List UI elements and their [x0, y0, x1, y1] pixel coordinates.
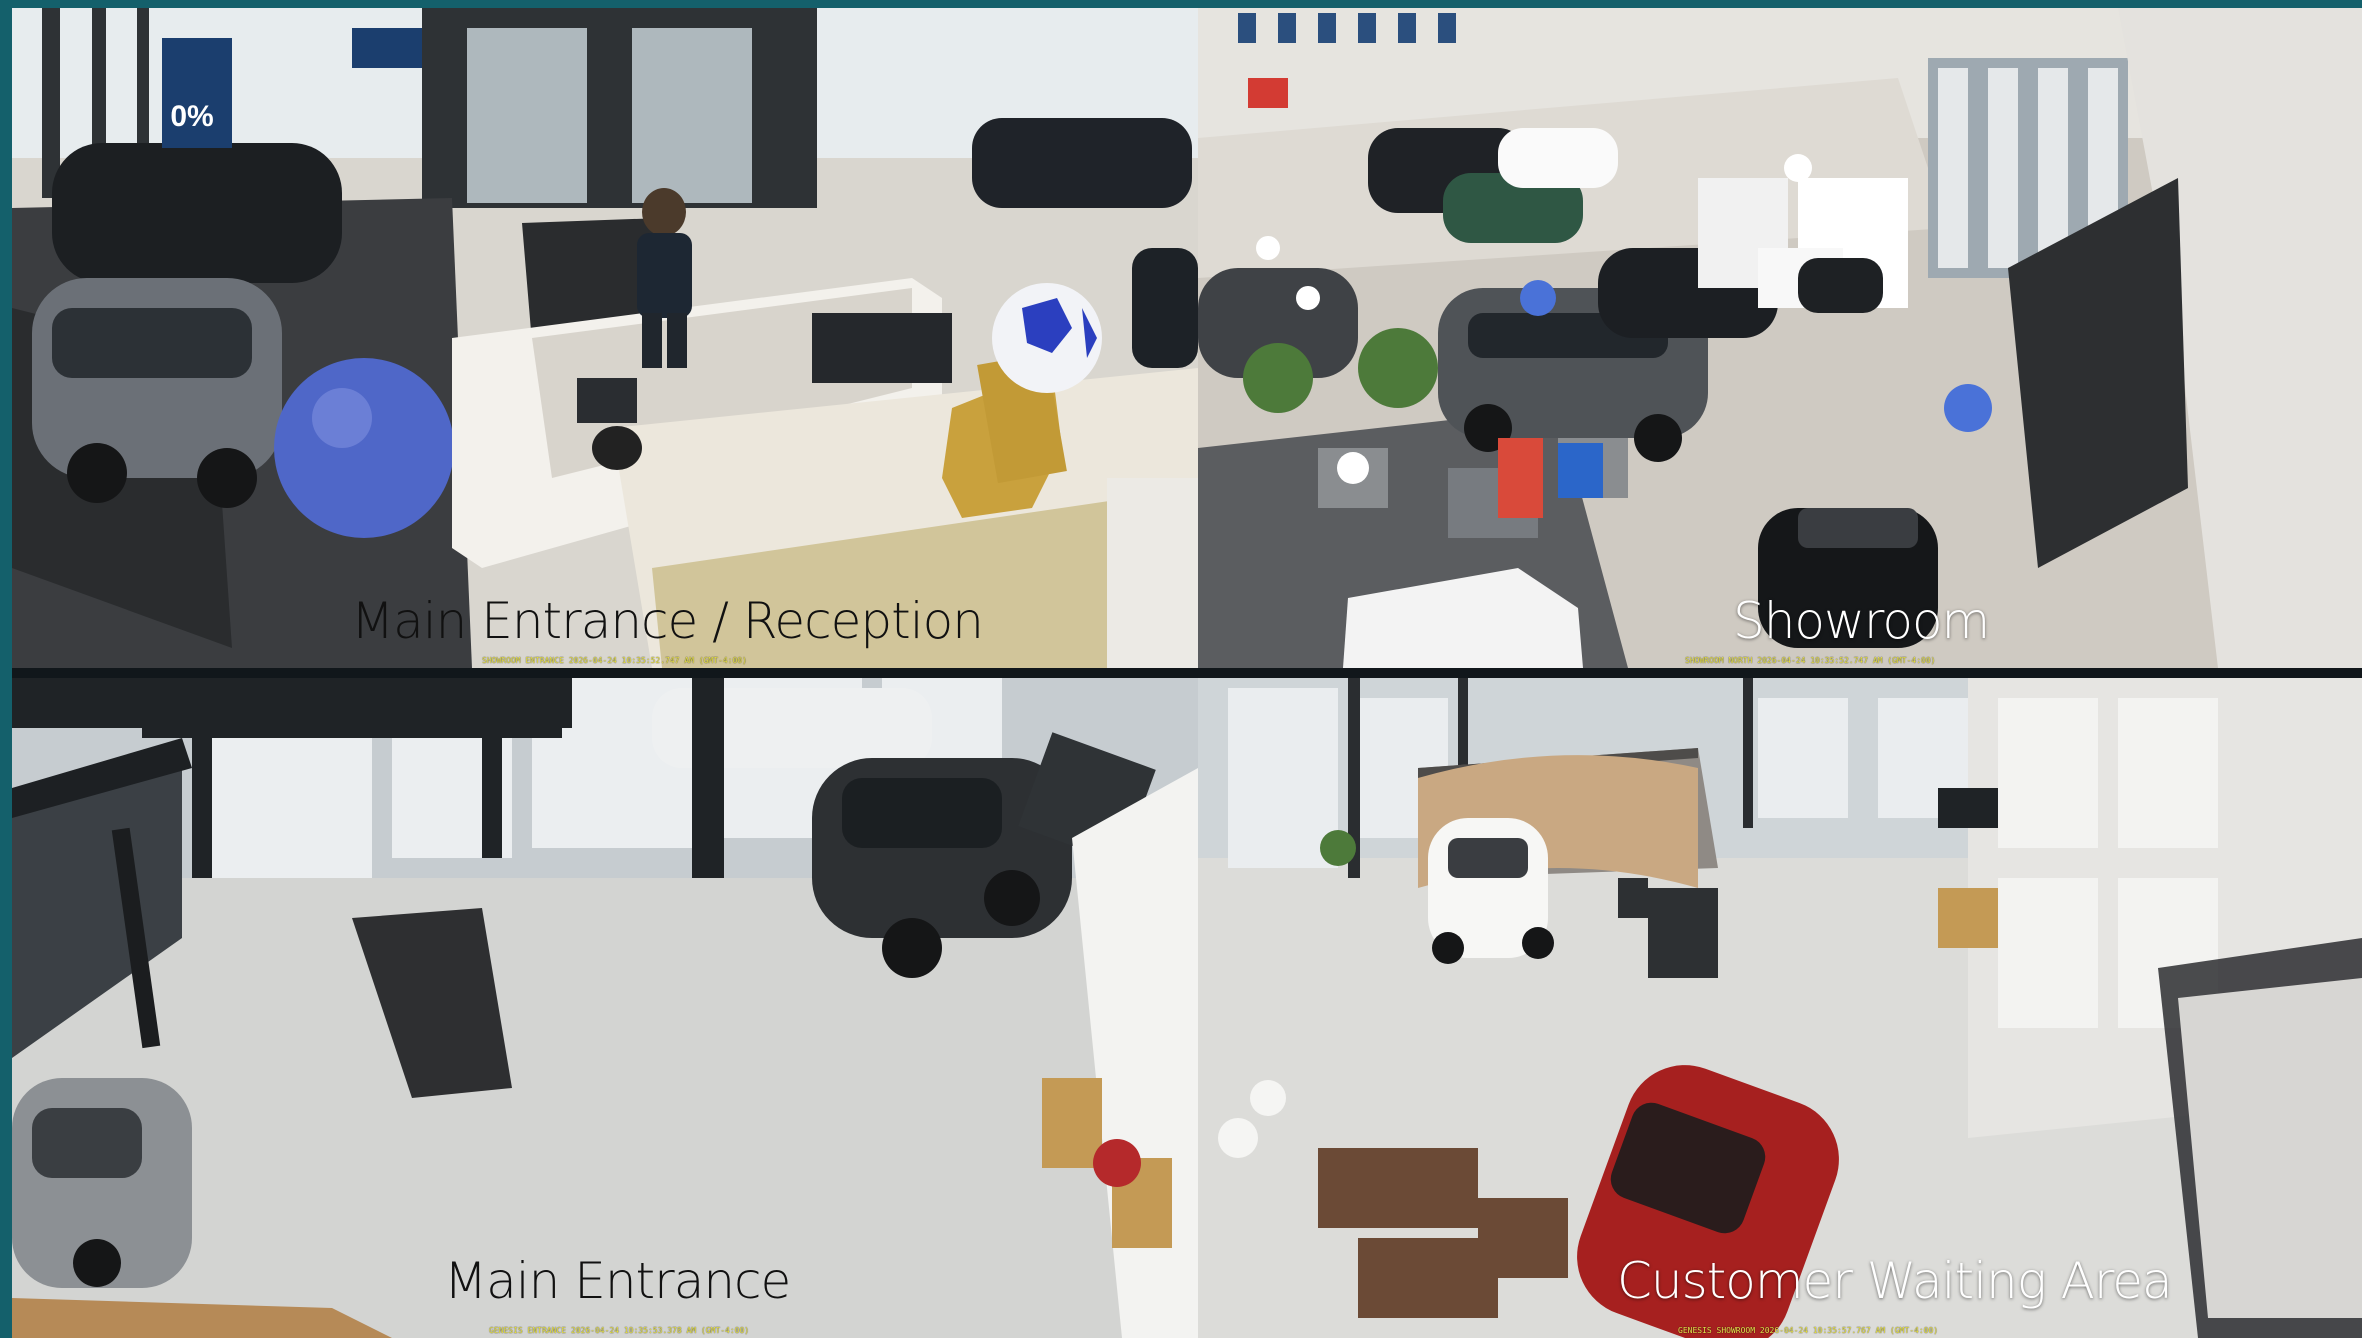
camera-image	[1198, 678, 2362, 1338]
camera-label: Showroom	[1733, 592, 1990, 650]
camera-feed-main-entrance[interactable]: Main Entrance GENESIS ENTRANCE 2026-04-2…	[12, 678, 1198, 1338]
camera-feed-showroom[interactable]: Showroom SHOWROOM NORTH 2026-04-24 10:35…	[1198, 8, 2362, 668]
camera-timestamp-overlay: GENESIS ENTRANCE 2026-04-24 10:35:53.378…	[489, 1326, 750, 1335]
camera-grid: 0% Main Entrance / Reception SHOWROOM EN…	[12, 8, 2362, 1338]
camera-image	[1198, 8, 2362, 668]
camera-image: 0%	[12, 8, 1198, 668]
camera-label: Customer Waiting Area	[1617, 1252, 2173, 1310]
camera-timestamp-overlay: SHOWROOM NORTH 2026-04-24 10:35:52.747 A…	[1685, 656, 1936, 665]
camera-timestamp-overlay: GENESIS SHOWROOM 2026-04-24 10:35:57.767…	[1678, 1326, 1939, 1335]
camera-feed-customer-waiting-area[interactable]: Customer Waiting Area GENESIS SHOWROOM 2…	[1198, 678, 2362, 1338]
camera-image	[12, 678, 1198, 1338]
camera-timestamp-overlay: SHOWROOM ENTRANCE 2026-04-24 10:35:52.74…	[482, 656, 747, 665]
financing-rate-sign: 0%	[170, 100, 213, 133]
camera-feed-main-entrance-reception[interactable]: 0% Main Entrance / Reception SHOWROOM EN…	[12, 8, 1198, 668]
camera-label: Main Entrance / Reception	[351, 592, 984, 650]
camera-label: Main Entrance	[444, 1252, 791, 1310]
